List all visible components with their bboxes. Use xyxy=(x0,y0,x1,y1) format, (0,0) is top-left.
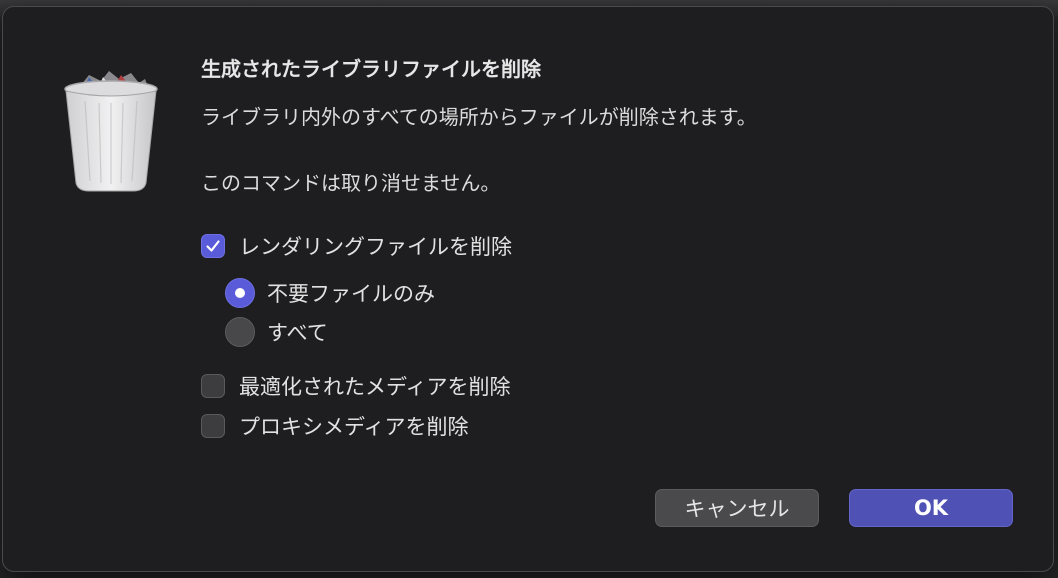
all-radio[interactable] xyxy=(225,317,255,347)
delete-optimized-media-checkbox[interactable] xyxy=(201,374,225,398)
all-option[interactable]: すべて xyxy=(225,317,328,347)
delete-proxy-media-option[interactable]: プロキシメディアを削除 xyxy=(201,411,469,441)
dialog-warning: このコマンドは取り消せません。 xyxy=(201,171,501,195)
unused-only-radio[interactable] xyxy=(225,278,255,308)
delete-proxy-media-checkbox[interactable] xyxy=(201,414,225,438)
delete-render-files-option[interactable]: レンダリングファイルを削除 xyxy=(201,231,512,261)
unused-only-option[interactable]: 不要ファイルのみ xyxy=(225,278,435,308)
all-label: すべて xyxy=(267,321,328,345)
unused-only-label: 不要ファイルのみ xyxy=(267,282,435,306)
cancel-button[interactable]: キャンセル xyxy=(655,489,819,527)
checkmark-icon xyxy=(206,240,220,252)
trash-icon xyxy=(64,71,158,192)
delete-optimized-media-option[interactable]: 最適化されたメディアを削除 xyxy=(201,371,511,401)
delete-library-files-dialog: 生成されたライブラリファイルを削除 ライブラリ内外のすべての場所からファイルが削… xyxy=(2,6,1054,572)
dialog-message: ライブラリ内外のすべての場所からファイルが削除されます。 xyxy=(201,105,757,129)
delete-optimized-media-label: 最適化されたメディアを削除 xyxy=(239,375,511,399)
ok-button[interactable]: OK xyxy=(849,489,1013,527)
dialog-title: 生成されたライブラリファイルを削除 xyxy=(201,57,541,81)
delete-proxy-media-label: プロキシメディアを削除 xyxy=(239,415,469,439)
delete-render-files-label: レンダリングファイルを削除 xyxy=(239,235,512,259)
delete-render-files-checkbox[interactable] xyxy=(201,234,225,258)
